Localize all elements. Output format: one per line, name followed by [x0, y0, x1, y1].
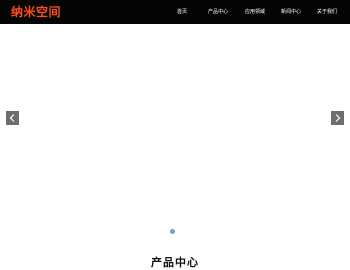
nav-item-home[interactable]: 首页 — [177, 8, 187, 16]
chevron-left-icon — [9, 114, 15, 122]
site-logo[interactable]: 纳米空间 — [11, 4, 61, 20]
carousel-next-button[interactable] — [331, 111, 344, 125]
carousel-dot-active[interactable] — [170, 229, 175, 234]
carousel-prev-button[interactable] — [6, 111, 19, 125]
chevron-right-icon — [335, 114, 341, 122]
nav-item-news[interactable]: 新闻中心 — [281, 8, 301, 16]
hero-carousel — [0, 24, 350, 242]
nav-item-applications[interactable]: 应用领域 — [245, 8, 265, 16]
top-navigation-bar: 纳米空间 首页 产品中心 应用领域 新闻中心 关于我们 — [0, 0, 350, 24]
main-nav: 首页 产品中心 应用领域 新闻中心 关于我们 — [160, 0, 350, 24]
nav-item-about[interactable]: 关于我们 — [317, 8, 337, 16]
nav-item-products[interactable]: 产品中心 — [208, 8, 228, 16]
section-title: 产品中心 — [151, 256, 199, 269]
